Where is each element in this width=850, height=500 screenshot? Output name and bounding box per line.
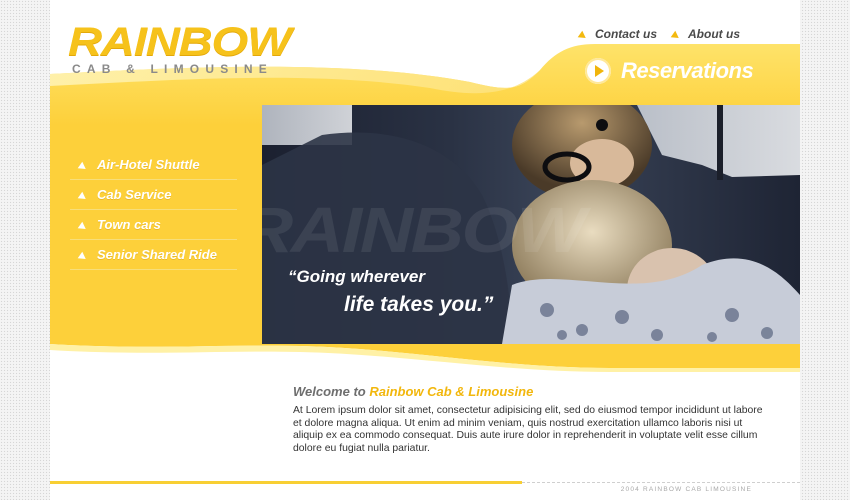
page: RAINBOW CAB & LIMOUSINE Contact us About… — [50, 0, 800, 500]
arrow-icon — [673, 30, 682, 38]
hero-quote-line2: life takes you.” — [344, 293, 494, 316]
welcome-title: Welcome to Rainbow Cab & Limousine — [293, 384, 763, 399]
menu-item-cab-service[interactable]: Cab Service — [70, 180, 237, 210]
menu-item-town-cars[interactable]: Town cars — [70, 210, 237, 240]
about-us-link[interactable]: About us — [673, 27, 740, 41]
menu-item-air-hotel-shuttle[interactable]: Air-Hotel Shuttle — [70, 150, 237, 180]
copyright-text: 2004 RAINBOW CAB LIMOUSINE — [620, 486, 752, 493]
contact-us-link[interactable]: Contact us — [580, 27, 657, 41]
service-menu: Air-Hotel Shuttle Cab Service Town cars … — [70, 150, 237, 270]
reservations-button[interactable]: Reservations — [585, 58, 754, 84]
menu-item-label: Cab Service — [97, 187, 172, 202]
contact-us-label: Contact us — [594, 27, 657, 41]
welcome-title-brand: Rainbow Cab & Limousine — [369, 384, 534, 399]
top-navigation: Contact us About us — [580, 27, 740, 41]
arrow-icon — [80, 251, 89, 259]
hero-quote-line1: “Going wherever — [288, 267, 425, 286]
menu-item-label: Town cars — [97, 217, 161, 232]
logo-wordmark: RAINBOW — [68, 20, 292, 64]
arrow-icon — [80, 161, 89, 169]
arrow-icon — [580, 30, 589, 38]
hero-photo: RAINBOW “Going wherever life takes you.” — [262, 105, 800, 344]
logo-tagline: CAB & LIMOUSINE — [72, 62, 273, 76]
welcome-body: At Lorem ipsum dolor sit amet, consectet… — [293, 405, 763, 454]
welcome-section: Welcome to Rainbow Cab & Limousine At Lo… — [293, 384, 763, 455]
footer-divider-dashed — [522, 482, 800, 483]
menu-item-label: Senior Shared Ride — [97, 247, 217, 262]
hero-watermark: RAINBOW — [262, 194, 586, 266]
menu-item-label: Air-Hotel Shuttle — [97, 157, 200, 172]
brand-logo[interactable]: RAINBOW CAB & LIMOUSINE — [68, 22, 292, 76]
welcome-title-prefix: Welcome to — [293, 384, 370, 399]
about-us-label: About us — [688, 27, 740, 41]
play-icon — [585, 58, 611, 84]
reservations-label: Reservations — [621, 58, 754, 83]
arrow-icon — [80, 221, 89, 229]
menu-item-senior-shared-ride[interactable]: Senior Shared Ride — [70, 240, 237, 270]
footer-divider-yellow — [50, 481, 522, 484]
arrow-icon — [80, 191, 89, 199]
